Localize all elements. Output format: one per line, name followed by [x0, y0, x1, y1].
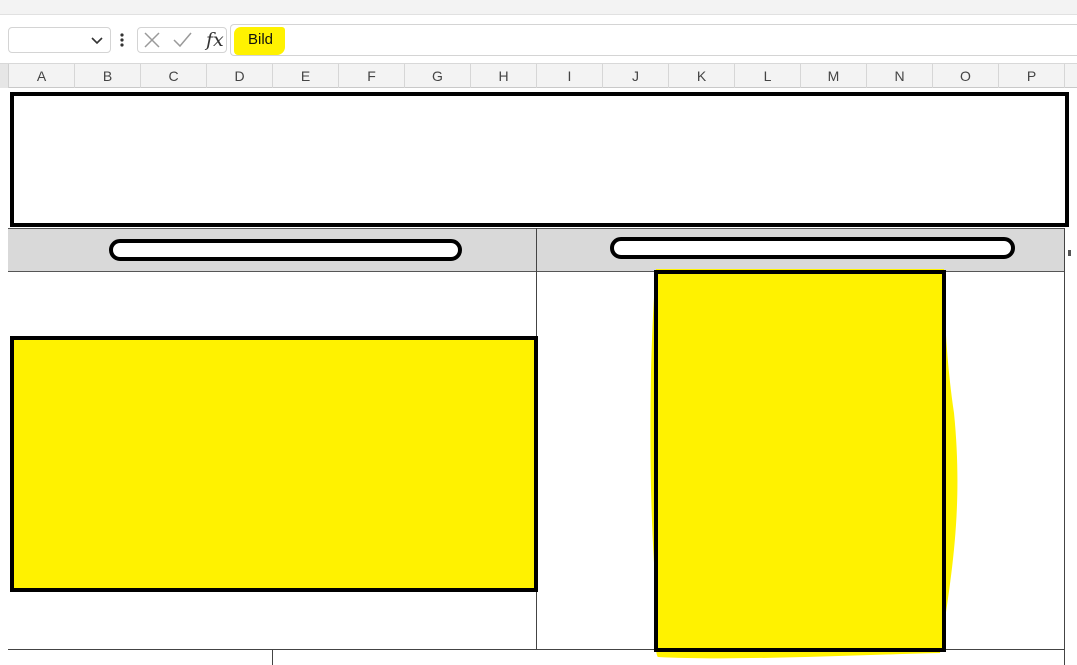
column-header-g[interactable]: G: [405, 64, 471, 88]
left-label-shape[interactable]: [109, 239, 462, 261]
column-header-e[interactable]: E: [273, 64, 339, 88]
column-header-l[interactable]: L: [735, 64, 801, 88]
title-shape[interactable]: [10, 92, 1069, 227]
formula-buttons: fx: [137, 27, 227, 53]
ribbon-bottom-strip: [0, 0, 1077, 15]
column-header-k[interactable]: K: [669, 64, 735, 88]
left-image-box[interactable]: [10, 336, 538, 592]
column-header-d[interactable]: D: [207, 64, 273, 88]
name-box[interactable]: [8, 27, 111, 53]
column-header-f[interactable]: F: [339, 64, 405, 88]
column-header-n[interactable]: N: [867, 64, 933, 88]
close-icon[interactable]: [142, 30, 162, 50]
column-header-i[interactable]: I: [537, 64, 603, 88]
column-header-c[interactable]: C: [141, 64, 207, 88]
formula-input[interactable]: Bild: [230, 24, 1077, 56]
right-border: [1064, 228, 1065, 665]
insert-function-button[interactable]: fx: [206, 28, 224, 52]
column-header-p[interactable]: P: [999, 64, 1065, 88]
column-header-a[interactable]: A: [9, 64, 75, 88]
worksheet-grid[interactable]: [8, 88, 1077, 665]
column-header-j[interactable]: J: [603, 64, 669, 88]
column-header-h[interactable]: H: [471, 64, 537, 88]
chevron-down-icon[interactable]: [90, 31, 104, 49]
right-image-box[interactable]: [654, 270, 946, 652]
right-label-shape[interactable]: [610, 237, 1015, 259]
lower-divider: [272, 649, 273, 665]
vertical-ellipsis-icon[interactable]: [118, 30, 126, 50]
formula-bar: fx Bild: [0, 24, 1077, 56]
scroll-indicator: [1068, 250, 1071, 256]
check-icon[interactable]: [172, 30, 192, 50]
column-header-row: ABCDEFGHIJKLMNOP: [0, 63, 1077, 88]
column-header-m[interactable]: M: [801, 64, 867, 88]
formula-text: Bild: [248, 31, 274, 48]
select-all-corner[interactable]: [0, 64, 9, 88]
column-header-o[interactable]: O: [933, 64, 999, 88]
column-header-b[interactable]: B: [75, 64, 141, 88]
